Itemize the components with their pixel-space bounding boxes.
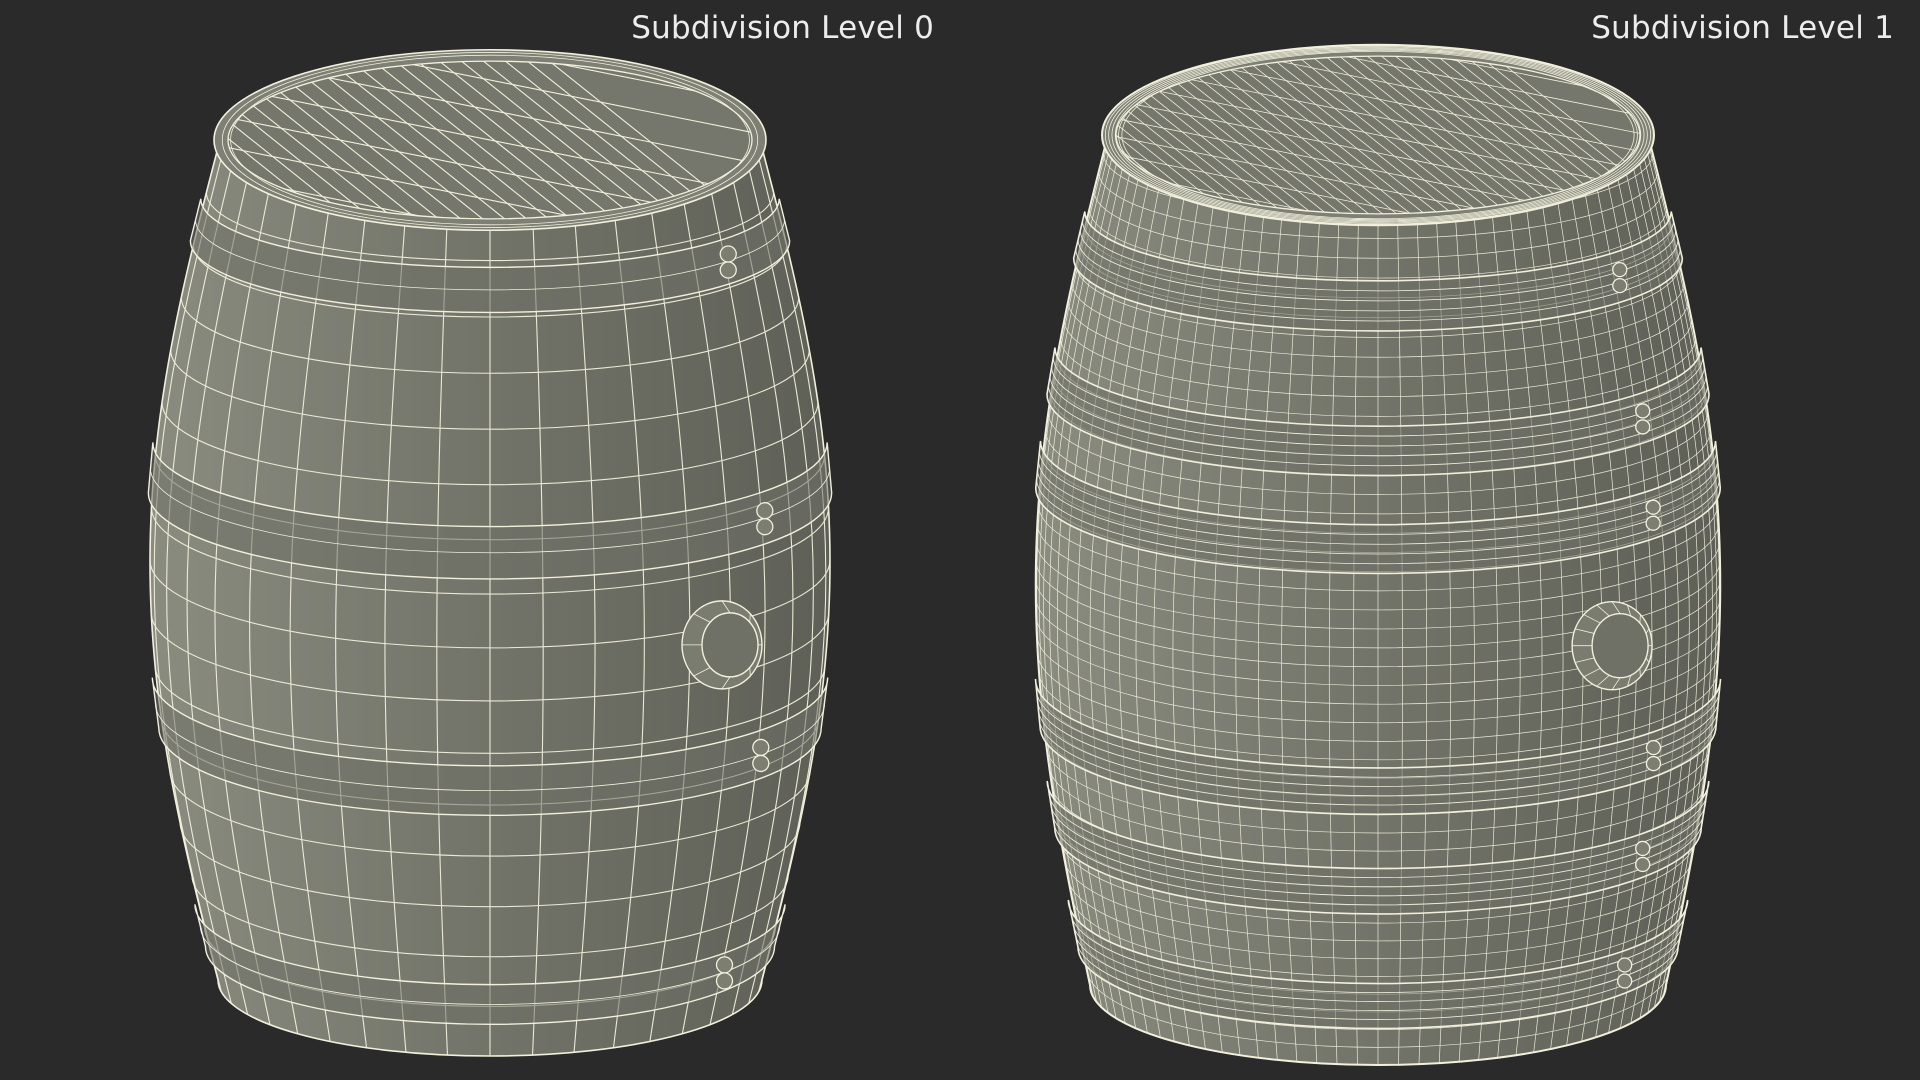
barrel-mesh <box>1034 43 1722 1066</box>
rivet <box>715 956 734 974</box>
render-viewport: Subdivision Level 0 Subdivision Level 1 <box>0 0 1920 1080</box>
rivet <box>1635 403 1651 419</box>
rivet <box>756 502 774 520</box>
panel-label-level-1: Subdivision Level 1 <box>1591 10 1894 46</box>
rivet <box>1635 840 1651 857</box>
rivet <box>1645 739 1662 756</box>
rivet <box>719 261 737 279</box>
rivet <box>1635 419 1651 435</box>
panel-subdivision-level-1: Subdivision Level 1 <box>960 0 1920 1080</box>
rivet <box>715 972 734 990</box>
rivet <box>1645 515 1661 531</box>
barrel-wireframe-level-1 <box>1034 43 1722 1066</box>
rivet <box>752 754 770 773</box>
rivet <box>1645 755 1662 772</box>
rivet <box>1612 261 1628 278</box>
rivet <box>1645 499 1661 515</box>
barrel-mesh <box>147 48 833 1057</box>
bung-plug <box>681 600 763 690</box>
panel-subdivision-level-0: Subdivision Level 0 <box>0 0 960 1080</box>
rivet <box>1617 957 1633 973</box>
rivet <box>719 245 737 263</box>
rivet <box>1612 277 1628 294</box>
rivet <box>1617 973 1633 989</box>
rivet <box>1635 856 1651 873</box>
bung-plug <box>1571 600 1653 691</box>
rivet <box>752 738 770 757</box>
barrel-wireframe-level-0 <box>147 48 833 1057</box>
panel-label-level-0: Subdivision Level 0 <box>631 10 934 46</box>
rivet <box>756 518 774 536</box>
